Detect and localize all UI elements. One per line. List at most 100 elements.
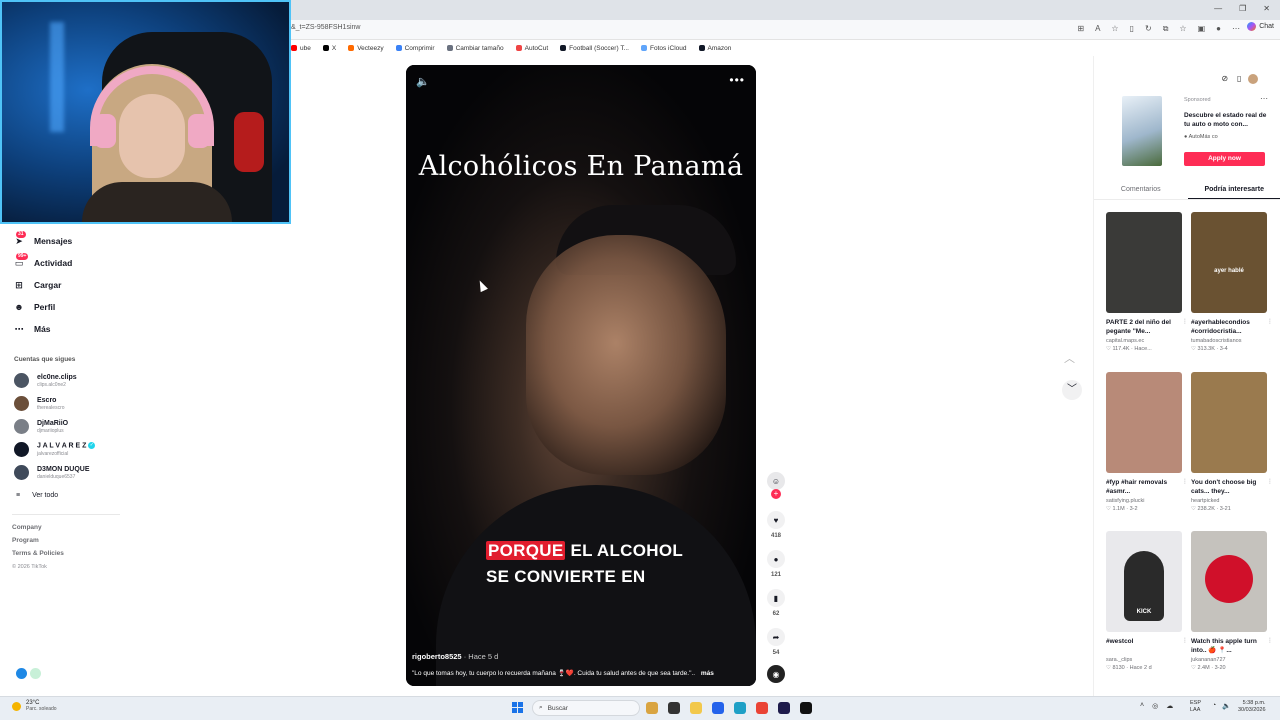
recommended-video[interactable]: KICK #westcol sara._clips ♡ 8130 · Hace 2 d… bbox=[1106, 531, 1188, 671]
video-thumbnail[interactable]: ayer hablé bbox=[1191, 212, 1267, 313]
ad-more-icon[interactable]: ⋯ bbox=[1260, 94, 1268, 103]
author-name[interactable]: rigoberto8525 bbox=[412, 652, 462, 661]
more-options-icon[interactable]: ⋮ bbox=[1182, 637, 1188, 644]
save-button[interactable]: ▮ 62 bbox=[766, 589, 786, 617]
app-icon[interactable] bbox=[646, 702, 658, 714]
recommended-title[interactable]: #westcol bbox=[1106, 637, 1182, 655]
favorites-icon[interactable]: ☆ bbox=[1179, 24, 1186, 34]
bookmark-item[interactable]: Football (Soccer) T... bbox=[560, 45, 629, 52]
phone-icon[interactable]: ▯ bbox=[1237, 74, 1241, 84]
task-view-icon[interactable] bbox=[668, 702, 680, 714]
sidebar-item-4[interactable]: ⋯ Más bbox=[14, 324, 51, 335]
ad-title[interactable]: Descubre el estado real de tu auto o mot… bbox=[1184, 111, 1268, 129]
comment-button[interactable]: ● 121 bbox=[766, 550, 786, 578]
app-icon[interactable] bbox=[30, 668, 41, 679]
copilot-chat-button[interactable]: Chat bbox=[1247, 22, 1274, 31]
cloud-icon[interactable]: ☁ bbox=[1166, 702, 1173, 710]
see-all-link[interactable]: ≡ Ver todo bbox=[16, 492, 58, 499]
extensions-icon[interactable]: ⧉ bbox=[1163, 24, 1169, 34]
recommended-author[interactable]: heartpicked bbox=[1191, 498, 1267, 504]
more-options-icon[interactable]: ⋮ bbox=[1267, 637, 1273, 644]
recommended-title[interactable]: Watch this apple turn into.. 🍎 📍... bbox=[1191, 637, 1267, 655]
recommended-author[interactable]: capital.maps.ec bbox=[1106, 338, 1182, 344]
more-options-icon[interactable]: ⋮ bbox=[1267, 318, 1273, 325]
edge-icon[interactable] bbox=[734, 702, 746, 714]
app-icon[interactable] bbox=[16, 668, 27, 679]
sound-disc[interactable]: ◉ bbox=[766, 665, 786, 683]
user-avatar[interactable] bbox=[1248, 74, 1258, 84]
sidebar-item-3[interactable]: ☻ Perfil bbox=[14, 302, 55, 312]
bookmark-item[interactable]: AutoCut bbox=[515, 45, 548, 52]
chrome-icon[interactable] bbox=[756, 702, 768, 714]
mail-icon[interactable] bbox=[712, 702, 724, 714]
video-thumbnail[interactable] bbox=[1191, 372, 1267, 473]
sidebar-item-1[interactable]: ▭ 99+ Actividad bbox=[14, 253, 72, 268]
wifi-icon[interactable]: ◔ bbox=[1212, 702, 1216, 710]
footer-link[interactable]: Terms & Policies bbox=[12, 550, 64, 557]
taskbar-search[interactable]: ⌕ Buscar bbox=[532, 700, 640, 716]
premiere-icon[interactable] bbox=[778, 702, 790, 714]
more-link[interactable]: más bbox=[701, 670, 714, 677]
windows-start-icon[interactable] bbox=[512, 702, 523, 713]
tab-recommended[interactable]: Podría interesarte bbox=[1187, 184, 1280, 199]
more-icon[interactable]: ⋯ bbox=[1232, 24, 1240, 34]
video-thumbnail[interactable]: KICK bbox=[1106, 531, 1182, 632]
tab-comments[interactable]: Comentarios bbox=[1094, 184, 1188, 199]
url-text[interactable]: &_t=ZS-958FSH1sinw bbox=[291, 24, 360, 31]
bookmark-item[interactable]: Cambiar tamaño bbox=[446, 45, 504, 52]
creator-avatar[interactable]: ☺ bbox=[766, 472, 786, 490]
follow-button[interactable]: + bbox=[771, 489, 781, 499]
previous-video-icon[interactable]: ︿ bbox=[1064, 350, 1075, 366]
recommended-video[interactable]: #fyp #hair removals #asmr... satisfying.p… bbox=[1106, 372, 1188, 512]
more-options-icon[interactable]: ••• bbox=[729, 73, 745, 87]
apply-now-button[interactable]: Apply now bbox=[1184, 152, 1265, 166]
minimize-icon[interactable]: — bbox=[1214, 4, 1222, 13]
like-button[interactable]: ♥ 418 bbox=[766, 511, 786, 539]
video-thumbnail[interactable] bbox=[1191, 531, 1267, 632]
profile-icon[interactable]: ● bbox=[1216, 24, 1221, 34]
followed-account[interactable]: Escro therealescro bbox=[14, 396, 65, 411]
recommended-video[interactable]: Watch this apple turn into.. 🍎 📍... jukan… bbox=[1191, 531, 1273, 671]
video-thumbnail[interactable] bbox=[1106, 372, 1182, 473]
followed-account[interactable]: DjMaRiiO djmariioplus bbox=[14, 419, 68, 434]
bookmark-item[interactable]: Comprimir bbox=[395, 45, 435, 52]
volume-icon[interactable]: 🔈 bbox=[416, 75, 430, 88]
split-icon[interactable]: ▯ bbox=[1130, 24, 1134, 34]
sidebar-item-0[interactable]: ➤ 31 Mensajes bbox=[14, 231, 72, 246]
recommended-author[interactable]: satisfying.plucki bbox=[1106, 498, 1182, 504]
more-options-icon[interactable]: ⋮ bbox=[1182, 318, 1188, 325]
recommended-author[interactable]: tumabadoscristianos bbox=[1191, 338, 1267, 344]
video-thumbnail[interactable] bbox=[1106, 212, 1182, 313]
more-options-icon[interactable]: ⋮ bbox=[1182, 478, 1188, 485]
share-button[interactable]: ➦ 54 bbox=[766, 628, 786, 656]
language-indicator[interactable]: ESP LAA bbox=[1190, 700, 1201, 714]
video-player[interactable]: 🔈 ••• Alcohólicos En Panamá PORQUE EL AL… bbox=[406, 65, 756, 686]
bookmark-item[interactable]: Fotos iCloud bbox=[641, 45, 687, 52]
footer-link[interactable]: Company bbox=[12, 524, 42, 531]
star-icon[interactable]: ☆ bbox=[1111, 24, 1118, 34]
ad-thumbnail[interactable] bbox=[1122, 96, 1162, 166]
network-icon[interactable]: ◎ bbox=[1152, 702, 1158, 710]
apps-icon[interactable]: ⊞ bbox=[1077, 24, 1084, 34]
followed-account[interactable]: J A L V A R E Z ✓ jalvarezofficial bbox=[14, 442, 96, 457]
file-explorer-icon[interactable] bbox=[690, 702, 702, 714]
recommended-title[interactable]: #fyp #hair removals #asmr... bbox=[1106, 478, 1182, 496]
recommended-video[interactable]: ayer hablé #ayerhablecondios #corridocris… bbox=[1191, 212, 1273, 352]
recommended-title[interactable]: PARTE 2 del niño del pegante "Me... bbox=[1106, 318, 1182, 336]
bookmark-item[interactable]: Amazon bbox=[698, 45, 731, 52]
followed-account[interactable]: D3MON DUQUE danielduque6537 bbox=[14, 465, 90, 480]
more-options-icon[interactable]: ⋮ bbox=[1267, 478, 1273, 485]
clock[interactable]: 5:38 p.m. 30/03/2026 bbox=[1238, 700, 1266, 714]
recommended-title[interactable]: #ayerhablecondios #corridocristia... bbox=[1191, 318, 1267, 336]
followed-account[interactable]: elc0ne.clips clips.alc0ne2 bbox=[14, 373, 77, 388]
recommended-author[interactable]: sara._clips bbox=[1106, 657, 1182, 663]
next-video-icon[interactable]: ﹀ bbox=[1062, 380, 1082, 400]
chevron-up-icon[interactable]: ˄ bbox=[1140, 702, 1144, 710]
bookmark-item[interactable]: X bbox=[322, 45, 336, 52]
bookmark-item[interactable]: Vecteezy bbox=[348, 45, 384, 52]
volume-icon[interactable]: 🔈 bbox=[1222, 702, 1231, 710]
restore-icon[interactable]: ❐ bbox=[1239, 4, 1246, 13]
translate-icon[interactable]: A bbox=[1095, 24, 1100, 34]
recommended-video[interactable]: PARTE 2 del niño del pegante "Me... capit… bbox=[1106, 212, 1188, 352]
recommended-author[interactable]: jukananan727 bbox=[1191, 657, 1267, 663]
